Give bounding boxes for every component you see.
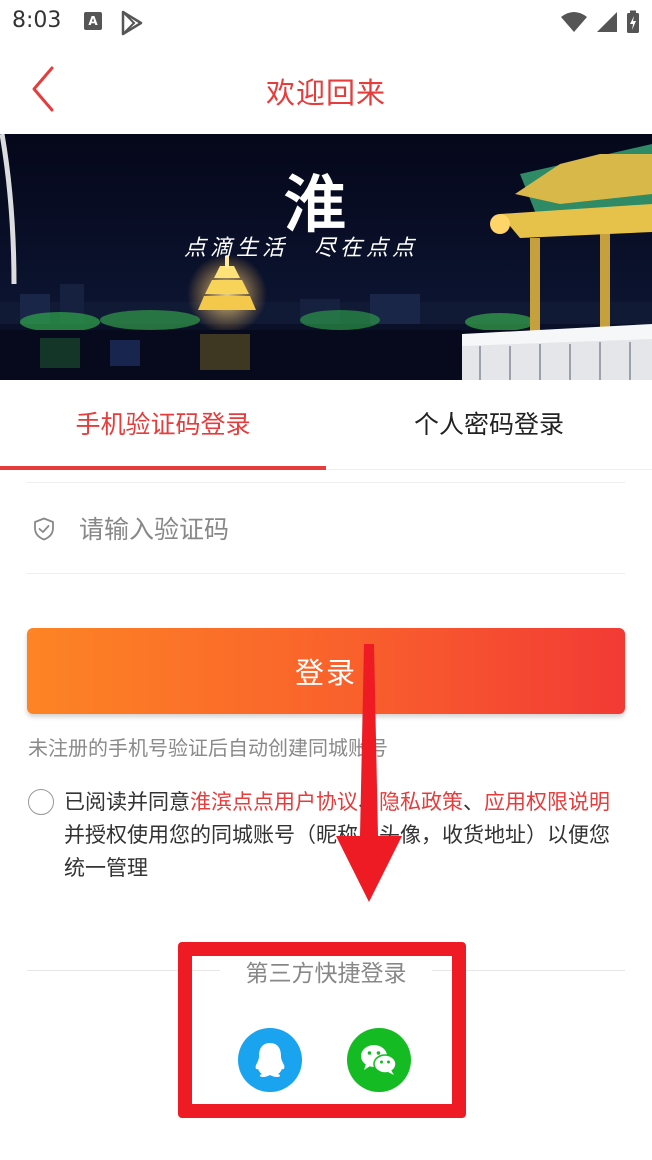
- qq-login-button[interactable]: [238, 1028, 302, 1092]
- status-indicators: [560, 10, 640, 38]
- agreement-text: 已阅读并同意淮滨点点用户协议、隐私政策、应用权限说明并授权使用您的同城账号（昵称…: [64, 786, 624, 885]
- wifi-icon: [560, 11, 588, 37]
- app-notification-icon: A: [84, 12, 102, 30]
- tab-password-login[interactable]: 个人密码登录: [326, 380, 652, 470]
- banner-slogan: 点滴生活 尽在点点: [184, 236, 419, 261]
- verification-code-input[interactable]: [79, 505, 599, 553]
- wechat-icon: [361, 1045, 397, 1075]
- shield-check-icon: [33, 517, 55, 545]
- wechat-login-button[interactable]: [347, 1028, 411, 1092]
- third-party-title: 第三方快捷登录: [220, 954, 432, 988]
- login-button[interactable]: 登录: [27, 628, 625, 714]
- permissions-link[interactable]: 应用权限说明: [484, 790, 610, 814]
- signal-icon: [596, 11, 618, 37]
- active-tab-indicator: [0, 466, 326, 470]
- page-title: 欢迎回来: [265, 76, 386, 110]
- user-agreement-link[interactable]: 淮滨点点用户协议: [190, 790, 358, 814]
- agreement-checkbox[interactable]: [28, 789, 54, 815]
- header: 欢迎回来: [0, 46, 652, 134]
- banner-image: 淮 点滴生活 尽在点点: [0, 134, 652, 380]
- agreement-prefix: 已阅读并同意: [64, 790, 190, 814]
- agreement-separator: 、: [463, 790, 484, 814]
- privacy-policy-link[interactable]: 隐私政策: [379, 790, 463, 814]
- agreement-suffix: 并授权使用您的同城账号（昵称，头像，收货地址）以便您统一管理: [64, 823, 610, 880]
- status-time: 8:03: [12, 8, 62, 33]
- auto-register-hint: 未注册的手机号验证后自动创建同城账号: [28, 736, 388, 760]
- verification-code-row: [27, 482, 625, 574]
- battery-icon: [626, 10, 640, 38]
- tab-sms-login[interactable]: 手机验证码登录: [0, 380, 326, 470]
- play-store-icon: [120, 10, 144, 40]
- agreement-separator: 、: [358, 790, 379, 814]
- status-bar: 8:03 A: [0, 0, 652, 46]
- login-tabs: 手机验证码登录 个人密码登录: [0, 380, 652, 470]
- qq-icon: [255, 1043, 285, 1077]
